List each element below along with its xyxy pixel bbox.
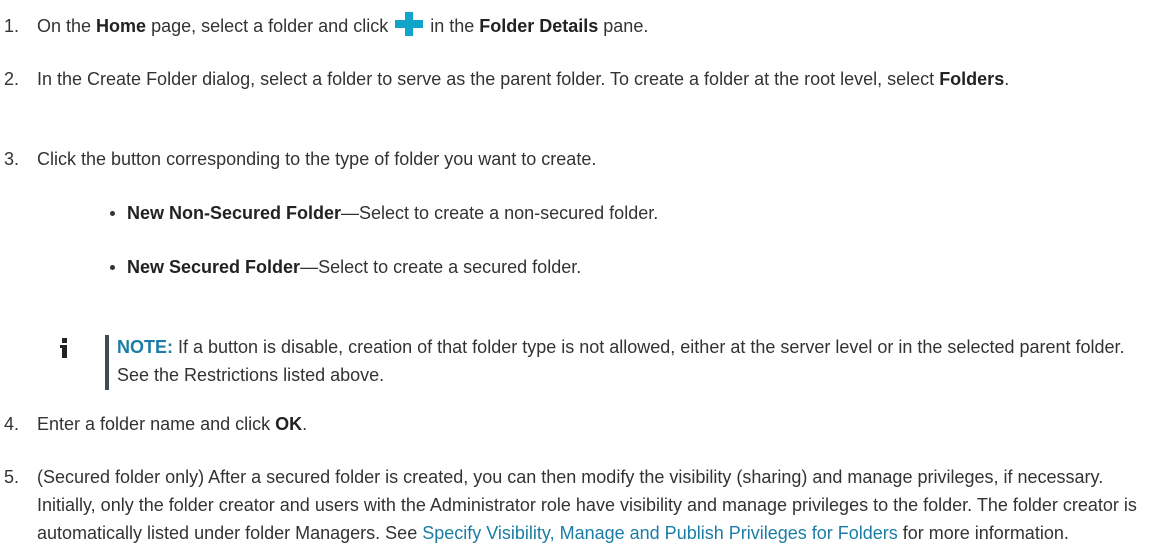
step-text: Click the button corresponding to the ty… bbox=[37, 149, 597, 169]
note-divider bbox=[105, 335, 109, 390]
bullet-title: New Non-Secured Folder bbox=[127, 203, 342, 223]
home-page-label: Home bbox=[96, 16, 147, 36]
step-text: In the Create Folder dialog, select a fo… bbox=[37, 69, 940, 89]
document-body: 1. On the Home page, select a folder and… bbox=[0, 0, 1159, 549]
step-text: . bbox=[302, 414, 308, 434]
step-number: 2. bbox=[4, 69, 20, 89]
note-callout: NOTE: If a button is disable, creation o… bbox=[60, 333, 1140, 393]
step-2: 2. In the Create Folder dialog, select a… bbox=[0, 65, 1150, 93]
step-number: 1. bbox=[4, 16, 20, 36]
folders-label: Folders bbox=[939, 69, 1005, 89]
step-text: in the bbox=[425, 16, 480, 36]
step-5: 5. (Secured folder only) After a secured… bbox=[0, 463, 1150, 547]
step-1: 1. On the Home page, select a folder and… bbox=[0, 12, 1150, 40]
bullet-dot bbox=[110, 211, 115, 216]
step-number: 5. bbox=[4, 467, 20, 487]
step-text: On the bbox=[37, 16, 97, 36]
bullet-text: —Select to create a secured folder. bbox=[300, 257, 582, 277]
bullet-secured: New Secured Folder—Select to create a se… bbox=[110, 253, 1110, 281]
step-text: page, select a folder and click bbox=[146, 16, 394, 36]
visibility-privileges-link[interactable]: Specify Visibility, Manage and Publish P… bbox=[422, 523, 898, 543]
step-number: 3. bbox=[4, 149, 20, 169]
note-text: If a button is disable, creation of that… bbox=[117, 337, 1125, 385]
info-icon bbox=[60, 338, 70, 358]
step-3: 3. Click the button corresponding to the… bbox=[0, 145, 1150, 173]
plus-icon bbox=[395, 12, 424, 36]
ok-label: OK bbox=[275, 414, 303, 434]
step-text: . bbox=[1004, 69, 1010, 89]
bullet-title: New Secured Folder bbox=[127, 257, 301, 277]
bullet-text: —Select to create a non-secured folder. bbox=[341, 203, 659, 223]
step-text: pane. bbox=[598, 16, 649, 36]
step-text: for more information. bbox=[897, 523, 1069, 543]
note-label: NOTE: bbox=[117, 337, 173, 357]
bullet-dot bbox=[110, 265, 115, 270]
bullet-non-secured: New Non-Secured Folder—Select to create … bbox=[110, 199, 1110, 227]
step-number: 4. bbox=[4, 414, 20, 434]
step-4: 4. Enter a folder name and click OK. bbox=[0, 410, 1150, 438]
step-text: Enter a folder name and click bbox=[37, 414, 276, 434]
folder-details-label: Folder Details bbox=[479, 16, 599, 36]
